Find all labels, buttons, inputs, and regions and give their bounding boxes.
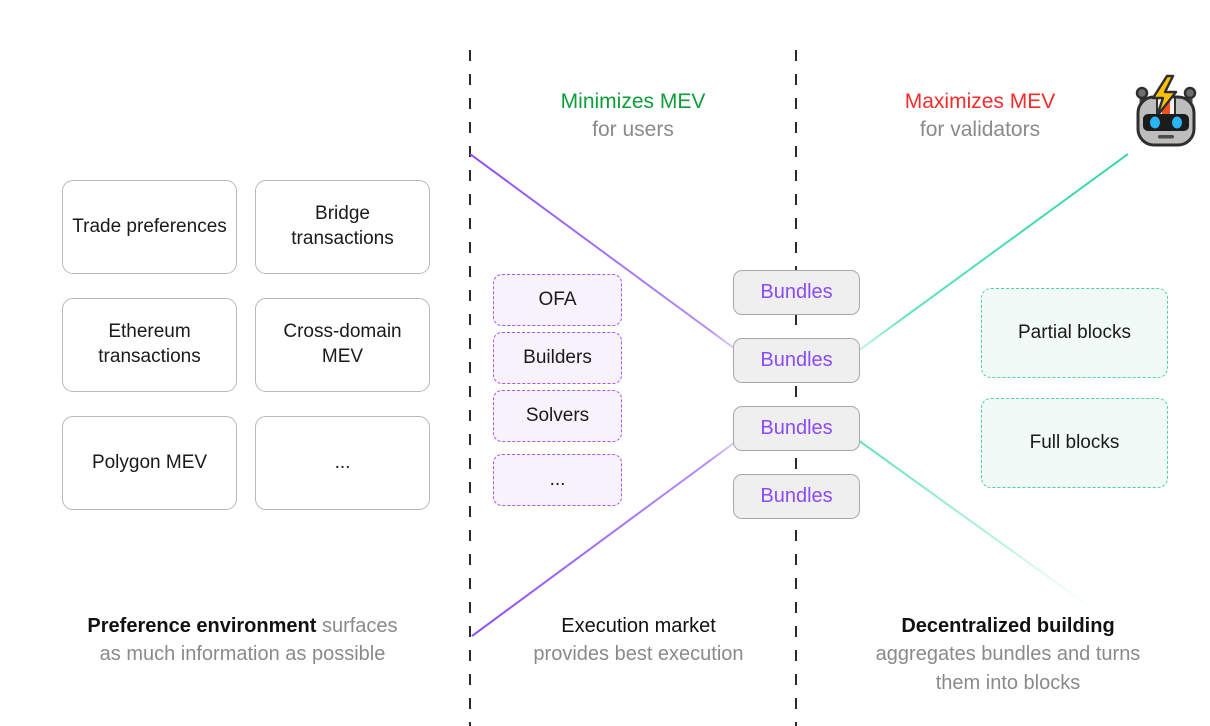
caption-left-rest: surfaces <box>316 615 398 637</box>
header-maximizes-title: Maximizes MEV <box>904 90 1056 113</box>
decentralized-building-group: Partial blocks Full blocks <box>981 288 1168 508</box>
bundle-box[interactable]: Bundles <box>733 270 860 315</box>
bundle-box[interactable]: Bundles <box>733 338 860 383</box>
block-box-full[interactable]: Full blocks <box>981 398 1168 488</box>
caption-mid-strong: Execution market <box>561 615 716 637</box>
execution-box[interactable]: Solvers <box>493 390 622 442</box>
caption-left-strong: Preference environment <box>87 615 317 637</box>
caption-right-line3: them into blocks <box>935 671 1081 694</box>
caption-decentralized-building: Decentralized building aggregates bundle… <box>818 612 1198 697</box>
caption-right-strong: Decentralized building <box>901 615 1115 637</box>
execution-market-group: OFA Builders Solvers ... <box>493 274 622 512</box>
caption-left-line2: as much information as possible <box>99 643 386 666</box>
bundle-box[interactable]: Bundles <box>733 474 860 519</box>
caption-right-line2: aggregates bundles and turns <box>875 643 1141 666</box>
preference-box[interactable]: ... <box>255 416 430 510</box>
preference-box[interactable]: Cross-domain MEV <box>255 298 430 392</box>
preference-box[interactable]: Trade preferences <box>62 180 237 274</box>
preference-box[interactable]: Polygon MEV <box>62 416 237 510</box>
header-minimizes-subtitle: for users <box>592 118 674 142</box>
preference-environment-group: Trade preferences Bridge transactions Et… <box>62 180 430 510</box>
diagram-canvas: Minimizes MEV for users Maximizes MEV fo… <box>0 0 1210 726</box>
execution-box[interactable]: ... <box>493 454 622 506</box>
execution-box[interactable]: Builders <box>493 332 622 384</box>
caption-execution-market: Execution market provides best execution <box>486 612 791 669</box>
header-maximizes-subtitle: for validators <box>919 118 1041 142</box>
header-minimizes-title: Minimizes MEV <box>560 90 706 113</box>
preference-box[interactable]: Ethereum transactions <box>62 298 237 392</box>
bundles-group: Bundles Bundles Bundles Bundles <box>733 270 860 542</box>
robot-lightning-icon <box>1135 74 1197 147</box>
caption-mid-line2: provides best execution <box>533 643 744 666</box>
execution-box[interactable]: OFA <box>493 274 622 326</box>
bundle-box[interactable]: Bundles <box>733 406 860 451</box>
preference-box[interactable]: Bridge transactions <box>255 180 430 274</box>
header-minimizes-mev: Minimizes MEV for users <box>513 88 753 145</box>
block-box-partial[interactable]: Partial blocks <box>981 288 1168 378</box>
header-maximizes-mev: Maximizes MEV for validators <box>855 88 1105 145</box>
caption-preference-environment: Preference environment surfaces as much … <box>30 612 455 669</box>
